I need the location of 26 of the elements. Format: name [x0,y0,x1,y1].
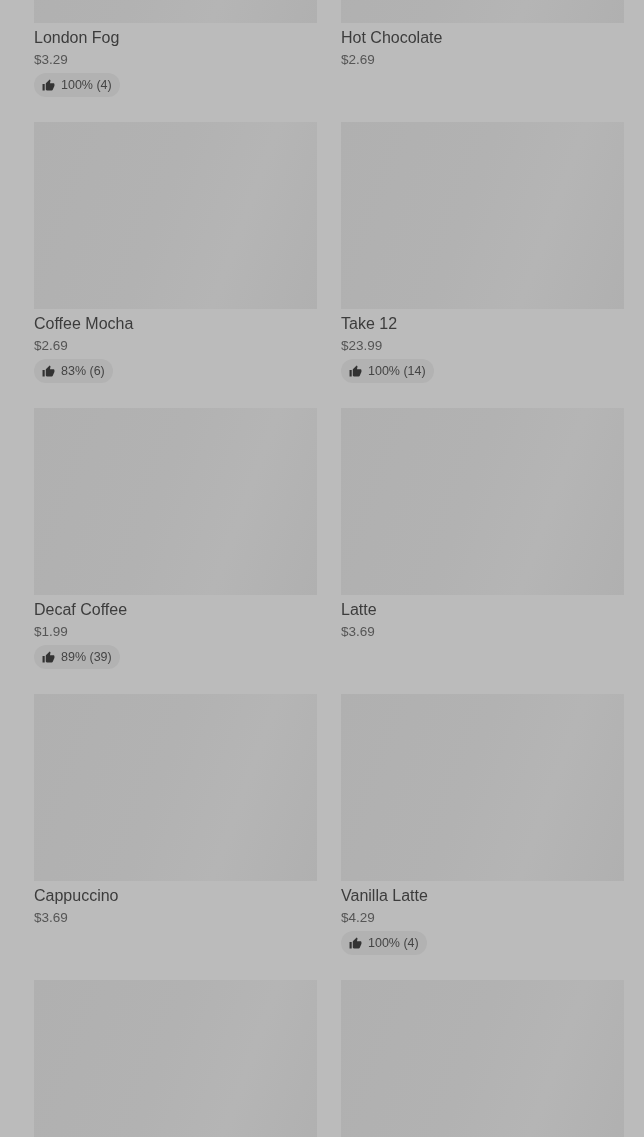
thumbs-up-icon [349,364,362,378]
thumbs-up-icon [42,364,55,378]
thumbs-up-icon [42,78,55,92]
product-price: $3.29 [34,51,68,69]
product-price: $2.69 [341,51,375,69]
rating-text: 89% (39) [61,650,112,664]
rating-text: 100% (4) [61,78,112,92]
product-name: Decaf Coffee [34,600,128,620]
product-price: $4.29 [341,909,375,927]
rating-text: 83% (6) [61,364,105,378]
product-name: Cappuccino [34,886,119,906]
product-price: $3.69 [341,623,375,641]
product-price: $3.69 [34,909,68,927]
product-price: $1.99 [34,623,68,641]
thumbs-up-icon [349,936,362,950]
product-name: Latte [341,600,377,620]
rating-text: 100% (4) [368,936,419,950]
product-name: London Fog [34,28,120,48]
product-price: $2.69 [34,337,68,355]
thumbs-up-icon [42,650,55,664]
product-name: Coffee Mocha [34,314,134,334]
product-price: $23.99 [341,337,383,355]
product-name: Hot Chocolate [341,28,443,48]
product-name: Vanilla Latte [341,886,428,906]
product-name: Take 12 [341,314,398,334]
rating-text: 100% (14) [368,364,426,378]
